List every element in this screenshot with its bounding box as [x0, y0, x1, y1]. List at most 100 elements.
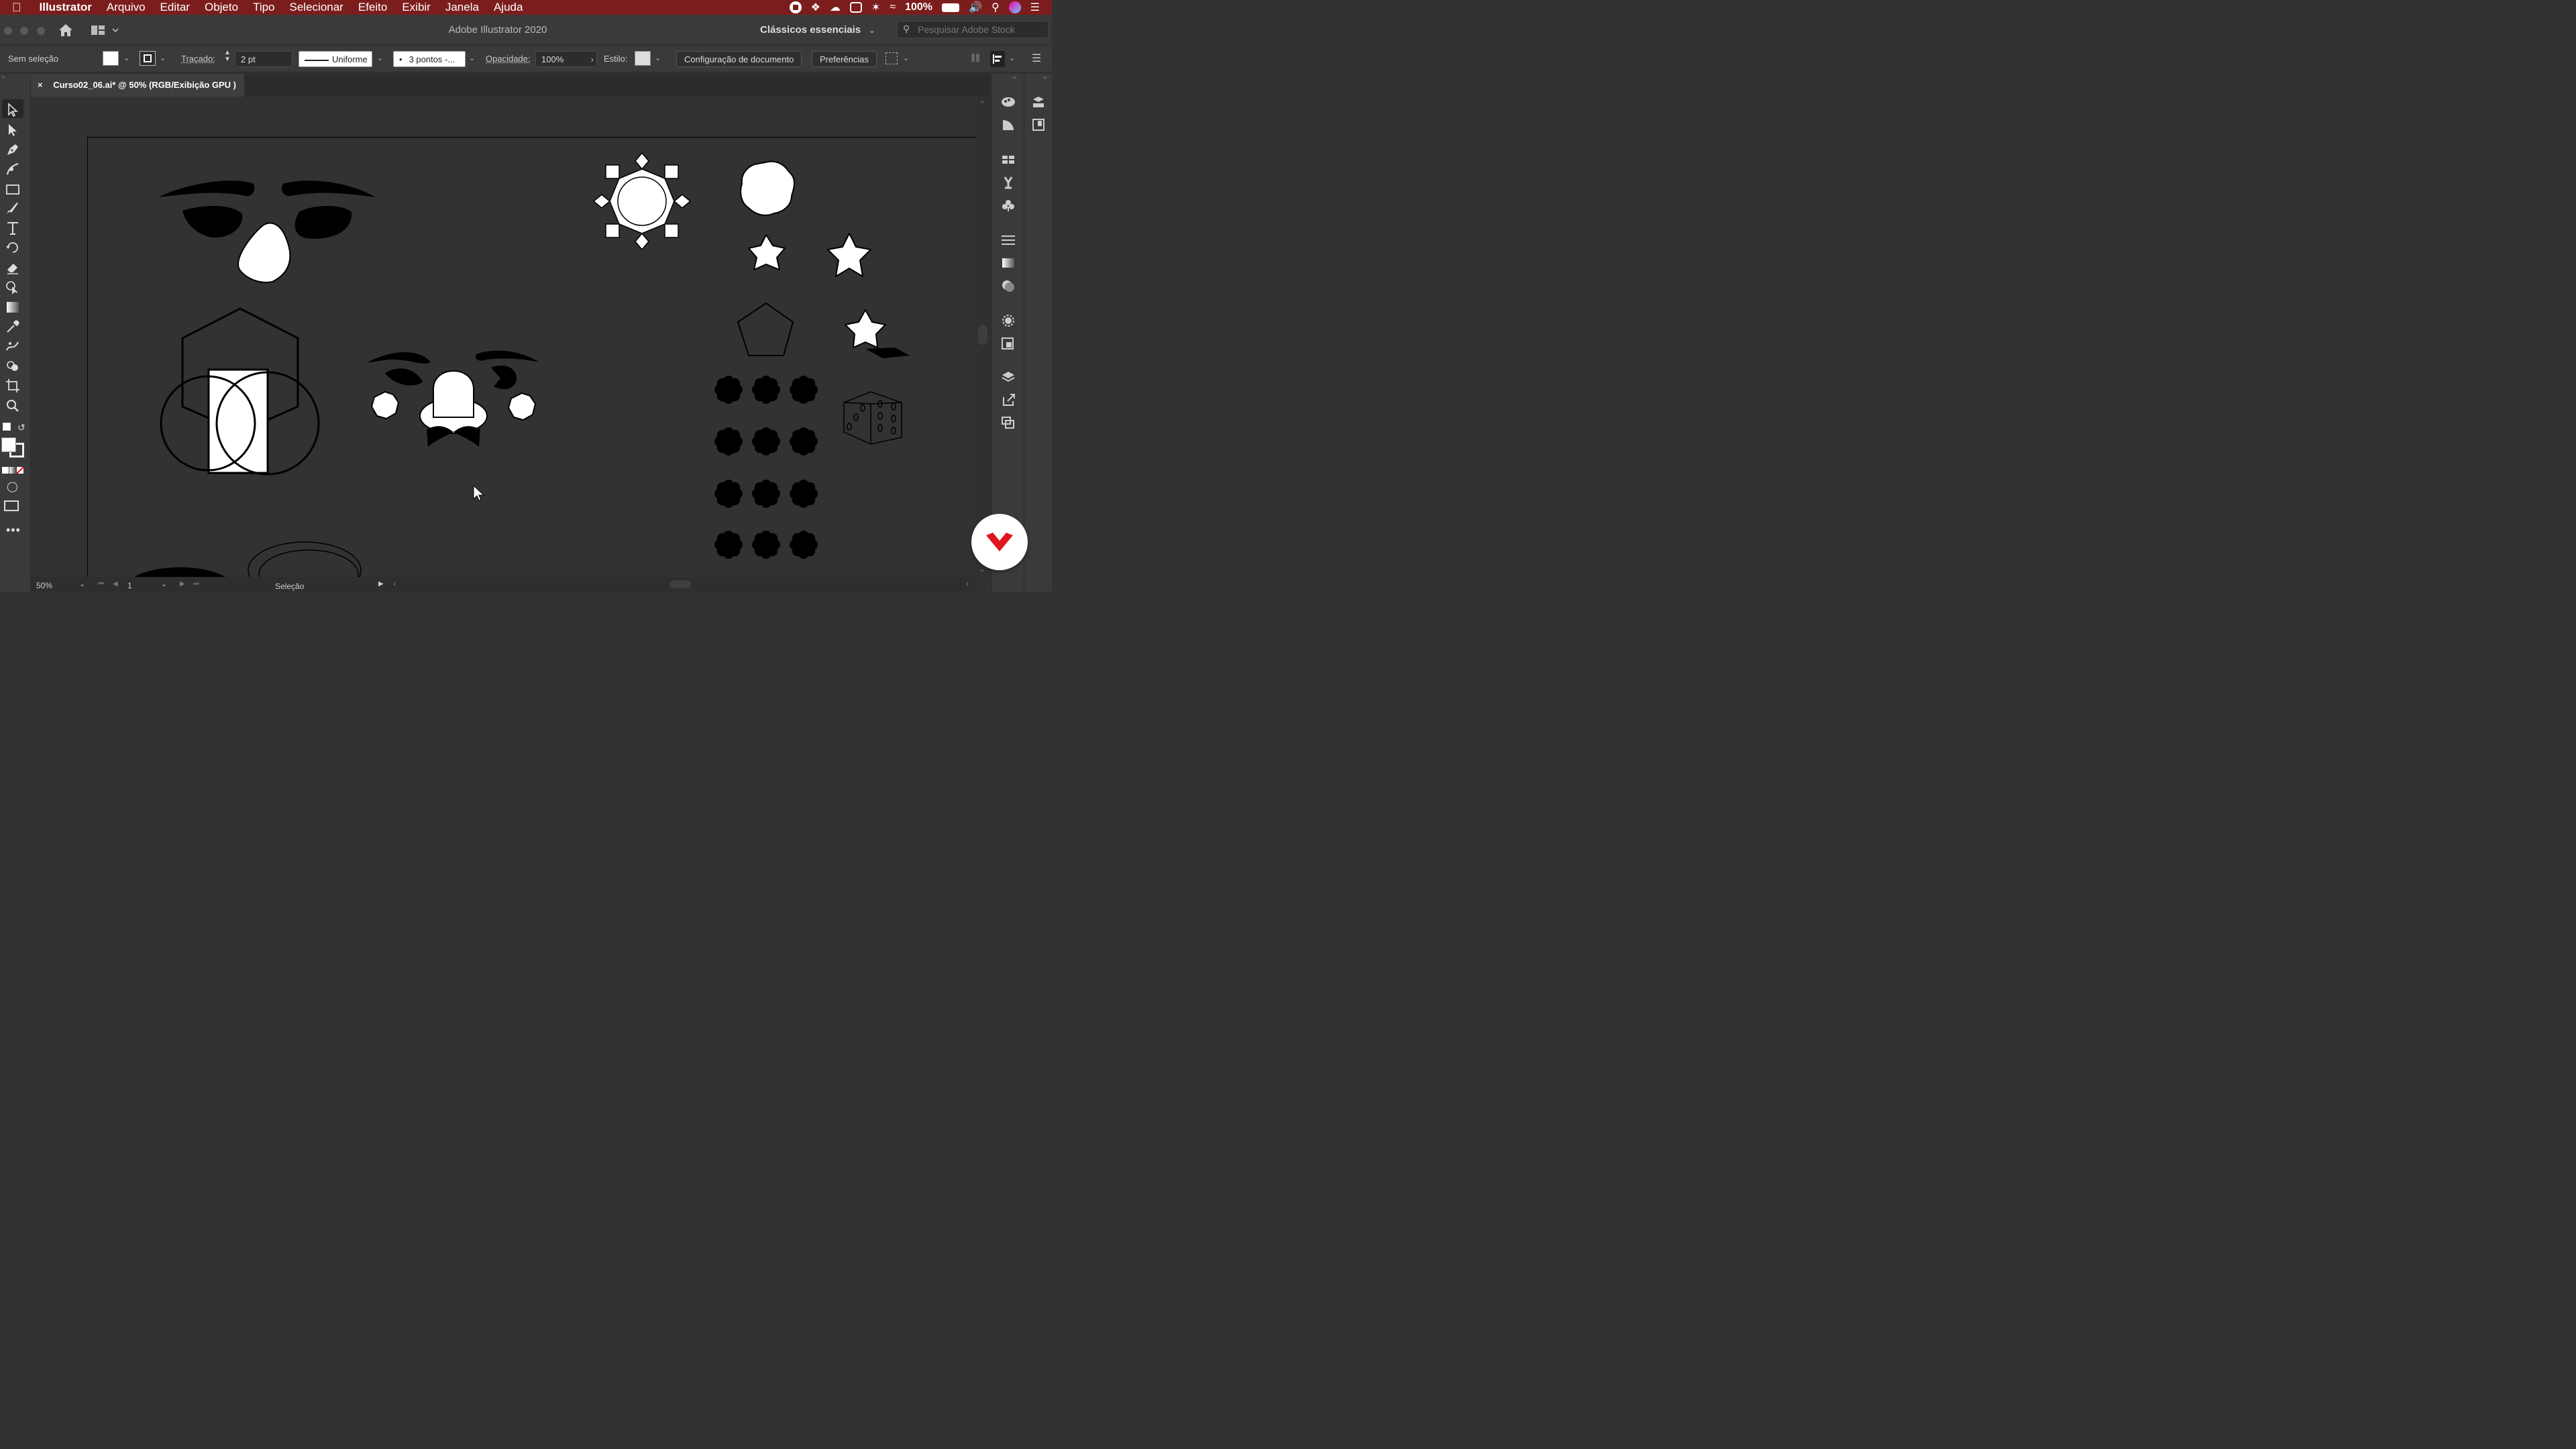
menu-janela[interactable]: Janela — [438, 1, 486, 14]
record-icon[interactable] — [789, 1, 802, 13]
next-artboard-icon[interactable]: ▶ — [180, 580, 185, 588]
zoom-icon[interactable] — [5, 398, 21, 414]
apple-icon[interactable]:  — [0, 1, 29, 15]
gradient-mode-icon[interactable] — [9, 467, 16, 474]
align-icon[interactable] — [990, 51, 1005, 67]
flower-shape[interactable] — [752, 427, 780, 455]
curvature-icon[interactable] — [5, 161, 21, 177]
flower-shape[interactable] — [714, 480, 743, 508]
scroll-left-icon[interactable]: ‹ — [393, 579, 396, 588]
menu-exibir[interactable]: Exibir — [394, 1, 438, 14]
stroke-weight-field[interactable]: 2 pt — [235, 51, 292, 67]
last-artboard-icon[interactable]: ⏭ — [193, 580, 199, 588]
swatches-icon[interactable] — [1001, 153, 1016, 166]
eyedropper-icon[interactable] — [5, 319, 21, 335]
scroll-thumb[interactable] — [978, 325, 987, 345]
chevron-down-icon[interactable]: ⌄ — [160, 54, 166, 62]
horizontal-scroll-thumb[interactable] — [669, 580, 691, 588]
vertical-scrollbar[interactable]: ⌃ ⌄ — [977, 97, 990, 577]
brushes-icon[interactable] — [1001, 176, 1016, 189]
grid-icon[interactable] — [971, 54, 979, 62]
shape-builder-icon[interactable] — [5, 358, 21, 374]
partial-ellipses[interactable] — [134, 541, 362, 577]
gradient-panel-icon[interactable] — [1001, 256, 1016, 270]
bluetooth-icon[interactable]: ✶ — [871, 1, 880, 14]
style-swatch[interactable] — [635, 51, 651, 66]
menu-efeito[interactable]: Efeito — [351, 1, 394, 14]
collapse-icon[interactable]: ›› — [0, 74, 31, 80]
none-mode-icon[interactable] — [17, 467, 23, 474]
pen-icon[interactable] — [5, 142, 21, 158]
artboards-panel-icon[interactable] — [1001, 416, 1016, 429]
search-icon[interactable]: ⚲ — [991, 1, 1000, 14]
face-large[interactable] — [158, 180, 376, 283]
chevron-down-icon[interactable]: ⌄ — [79, 580, 85, 588]
flower-shape[interactable] — [790, 427, 818, 455]
dropbox-icon[interactable]: ❖ — [811, 1, 820, 14]
star-with-shadow[interactable] — [845, 309, 910, 358]
scroll-right-icon[interactable]: › — [966, 579, 969, 588]
stroke-profile-dropdown[interactable]: Uniforme — [299, 51, 372, 67]
battery-level[interactable]: 100% — [905, 1, 932, 13]
stroke-swatch[interactable] — [140, 51, 156, 66]
paintbrush-icon[interactable] — [5, 201, 21, 217]
default-colors-icon[interactable] — [3, 423, 11, 431]
flower-grid[interactable] — [714, 376, 818, 559]
stroke-label[interactable]: Traçado: — [181, 54, 215, 64]
sun-shape[interactable] — [592, 152, 692, 251]
screen-mode-icon[interactable] — [4, 500, 19, 511]
transparency-icon[interactable] — [1001, 279, 1016, 292]
flower-shape[interactable] — [752, 531, 780, 559]
eraser-icon[interactable] — [5, 260, 21, 276]
stock-search-field[interactable]: ⚲ Pesquisar Adobe Stock — [897, 21, 1049, 38]
color-mode-icon[interactable] — [2, 467, 9, 474]
appearance-icon[interactable] — [1001, 314, 1016, 327]
close-tab-icon[interactable]: × — [38, 80, 43, 90]
menu-ajuda[interactable]: Ajuda — [486, 1, 530, 14]
document-tab[interactable]: × Curso02_06.ai* @ 50% (RGB/Exibição GPU… — [31, 74, 244, 97]
scallop-shape[interactable] — [740, 160, 795, 216]
graphic-styles-icon[interactable] — [1001, 337, 1016, 350]
libraries-icon[interactable] — [1031, 95, 1046, 109]
flower-shape[interactable] — [714, 376, 743, 404]
fill-swatch[interactable] — [103, 51, 119, 66]
menu-selecionar[interactable]: Selecionar — [282, 1, 351, 14]
chevron-down-icon[interactable]: ⌄ — [655, 54, 661, 62]
star-2[interactable] — [827, 233, 871, 277]
flower-shape[interactable] — [752, 376, 780, 404]
scroll-up-icon[interactable]: ⌃ — [979, 101, 985, 108]
chevron-down-icon[interactable]: ⌄ — [123, 54, 129, 62]
menu-objeto[interactable]: Objeto — [197, 1, 246, 14]
pentagon-shape[interactable] — [737, 303, 794, 356]
menu-app-name[interactable]: Illustrator — [29, 1, 99, 14]
canvas[interactable] — [31, 97, 977, 577]
export-icon[interactable] — [1001, 393, 1016, 407]
stroke-stepper-icon[interactable]: ▲ ▼ — [224, 50, 231, 63]
artboard-number[interactable]: 1 — [127, 581, 132, 590]
dice-shape[interactable] — [843, 391, 902, 445]
brush-dropdown[interactable]: • 3 pontos -... — [393, 51, 466, 67]
transform-icon[interactable] — [885, 52, 898, 64]
first-artboard-icon[interactable]: ⏮ — [98, 580, 104, 588]
layers-icon[interactable] — [1001, 370, 1016, 384]
cloud-icon[interactable]: ☁ — [830, 1, 841, 14]
preferences-button[interactable]: Preferências — [812, 51, 877, 67]
chevron-down-icon[interactable]: ⌄ — [903, 54, 909, 62]
volume-icon[interactable]: 🔊 — [969, 1, 982, 14]
flower-shape[interactable] — [714, 427, 743, 455]
face-small[interactable] — [368, 350, 539, 447]
chevron-down-icon[interactable]: ⌄ — [469, 54, 475, 62]
more-tools-icon[interactable]: ••• — [6, 523, 21, 537]
flower-shape[interactable] — [790, 531, 818, 559]
color-panel-icon[interactable] — [1001, 118, 1016, 131]
selection-tool-icon[interactable] — [5, 102, 21, 118]
cast-icon[interactable] — [849, 2, 862, 13]
chevron-down-icon[interactable]: ⌄ — [377, 54, 383, 62]
menu-tipo[interactable]: Tipo — [246, 1, 282, 14]
previous-artboard-icon[interactable]: ◀ — [113, 580, 118, 588]
artboard-icon[interactable] — [5, 378, 21, 394]
flower-shape[interactable] — [752, 480, 780, 508]
notification-center-icon[interactable]: ☰ — [1030, 1, 1040, 14]
swap-colors-icon[interactable]: ↺ — [17, 422, 25, 433]
chevron-down-icon[interactable]: ⌄ — [161, 580, 167, 588]
